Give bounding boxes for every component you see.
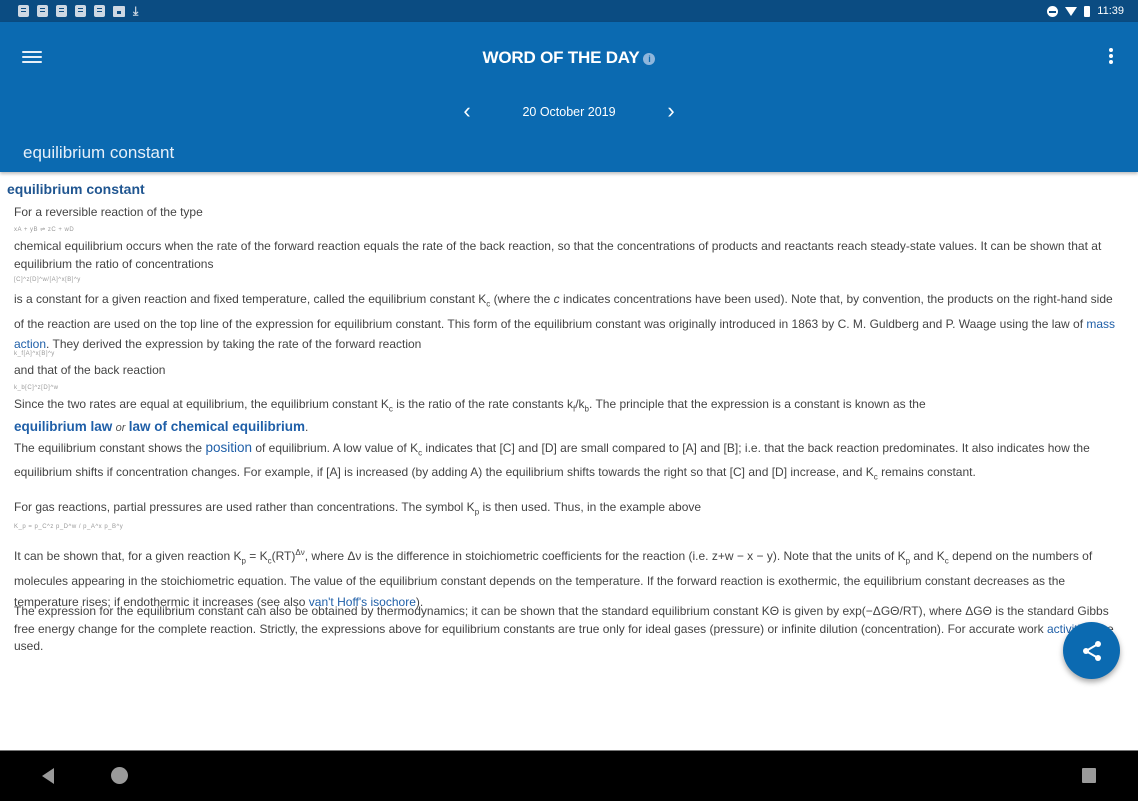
chevron-left-icon[interactable]: ‹ [455, 100, 479, 124]
text: (where the [490, 292, 554, 306]
text: or [115, 422, 126, 434]
entry-paragraph: is a constant for a given reaction and f… [14, 289, 1122, 354]
system-nav-bar [0, 750, 1138, 801]
text: (RT) [271, 549, 296, 563]
share-button[interactable] [1063, 622, 1120, 679]
note-icon [18, 5, 29, 17]
text: The equilibrium constant shows the [14, 441, 206, 455]
recents-icon[interactable] [1082, 768, 1096, 783]
notification-icons: ⤓ [0, 5, 138, 17]
text: Since the two rates are equal at equilib… [14, 397, 389, 411]
note-icon [75, 5, 86, 17]
entry-paragraph: For a reversible reaction of the type [14, 204, 1122, 222]
text: For gas reactions, partial pressures are… [14, 500, 475, 514]
entry-paragraph: The expression for the equilibrium const… [14, 603, 1122, 656]
note-icon [94, 5, 105, 17]
do-not-disturb-icon [1047, 5, 1059, 17]
entry-paragraph: The equilibrium constant shows the posit… [14, 438, 1122, 487]
page-title: WORD OF THE DAY [482, 48, 640, 67]
entry-content[interactable]: equilibrium constant For a reversible re… [0, 178, 1138, 750]
text: of equilibrium. A low value of K [251, 441, 419, 455]
back-icon[interactable] [42, 768, 54, 784]
entry-paragraph: equilibrium law or law of chemical equil… [14, 418, 1122, 438]
text: /k [575, 397, 585, 411]
link-law-of-chemical-equilibrium[interactable]: law of chemical equilibrium [129, 419, 305, 434]
download-icon: ⤓ [133, 4, 139, 18]
text: For a reversible reaction of the type [14, 205, 203, 219]
date-navigator: ‹ 20 October 2019 › [0, 100, 1138, 124]
entry-paragraph: chemical equilibrium occurs when the rat… [14, 238, 1122, 273]
text: is then used. Thus, in the example above [479, 500, 702, 514]
text: It can be shown that, for a given reacti… [14, 549, 242, 563]
text: . [305, 420, 309, 434]
entry-paragraph: and that of the back reaction [14, 362, 1122, 380]
equation-image: k_f[A]^x[B]^y [14, 351, 55, 357]
text: remains constant. [877, 464, 976, 479]
equation-image: xA + yB ⇌ zC + wD [14, 227, 75, 233]
note-icon [56, 5, 67, 17]
text: and that of the back reaction [14, 363, 166, 377]
more-vert-icon[interactable] [1108, 48, 1114, 68]
text: The expression for the equilibrium const… [14, 604, 1109, 636]
share-icon [1082, 640, 1101, 661]
text: , where Δν is the difference in stoichio… [304, 549, 906, 563]
entry-headword: equilibrium constant [7, 181, 145, 197]
app-bar: WORD OF THE DAY i ‹ 20 October 2019 › equ… [0, 22, 1138, 172]
text: is the ratio of the rate constants k [392, 397, 573, 411]
text: . They derived the expression by taking … [46, 337, 422, 352]
note-icon [37, 5, 48, 17]
equation-image: K_p = p_C^z p_D^w / p_A^x p_B^y [14, 524, 124, 530]
battery-icon [1084, 5, 1091, 17]
link-position[interactable]: position [205, 440, 252, 455]
system-icons: 11:39 [1047, 5, 1138, 17]
text: = K [245, 549, 268, 563]
word-title: equilibrium constant [23, 143, 175, 162]
entry-paragraph: Since the two rates are equal at equilib… [14, 396, 1122, 418]
info-icon[interactable]: i [643, 53, 656, 65]
current-date: 20 October 2019 [522, 105, 616, 119]
equation-image: k_b[C]^z[D]^w [14, 385, 59, 391]
link-equilibrium-law[interactable]: equilibrium law [14, 419, 112, 434]
text: and K [910, 549, 945, 563]
wifi-icon [1065, 6, 1078, 16]
text: is a constant for a given reaction and f… [14, 292, 487, 306]
text: . The principle that the expression is a… [589, 397, 926, 411]
title-container: WORD OF THE DAY i [0, 48, 1138, 68]
entry-paragraph: For gas reactions, partial pressures are… [14, 499, 1122, 521]
status-time: 11:39 [1097, 5, 1124, 17]
equation-image: [C]^z[D]^w/[A]^x[B]^y [14, 277, 81, 283]
image-icon [113, 5, 125, 17]
home-icon[interactable] [111, 767, 128, 784]
status-bar: ⤓ 11:39 [0, 0, 1138, 22]
superscript: Δν [295, 548, 305, 557]
chevron-right-icon[interactable]: › [659, 100, 683, 124]
text: chemical equilibrium occurs when the rat… [14, 239, 1102, 271]
